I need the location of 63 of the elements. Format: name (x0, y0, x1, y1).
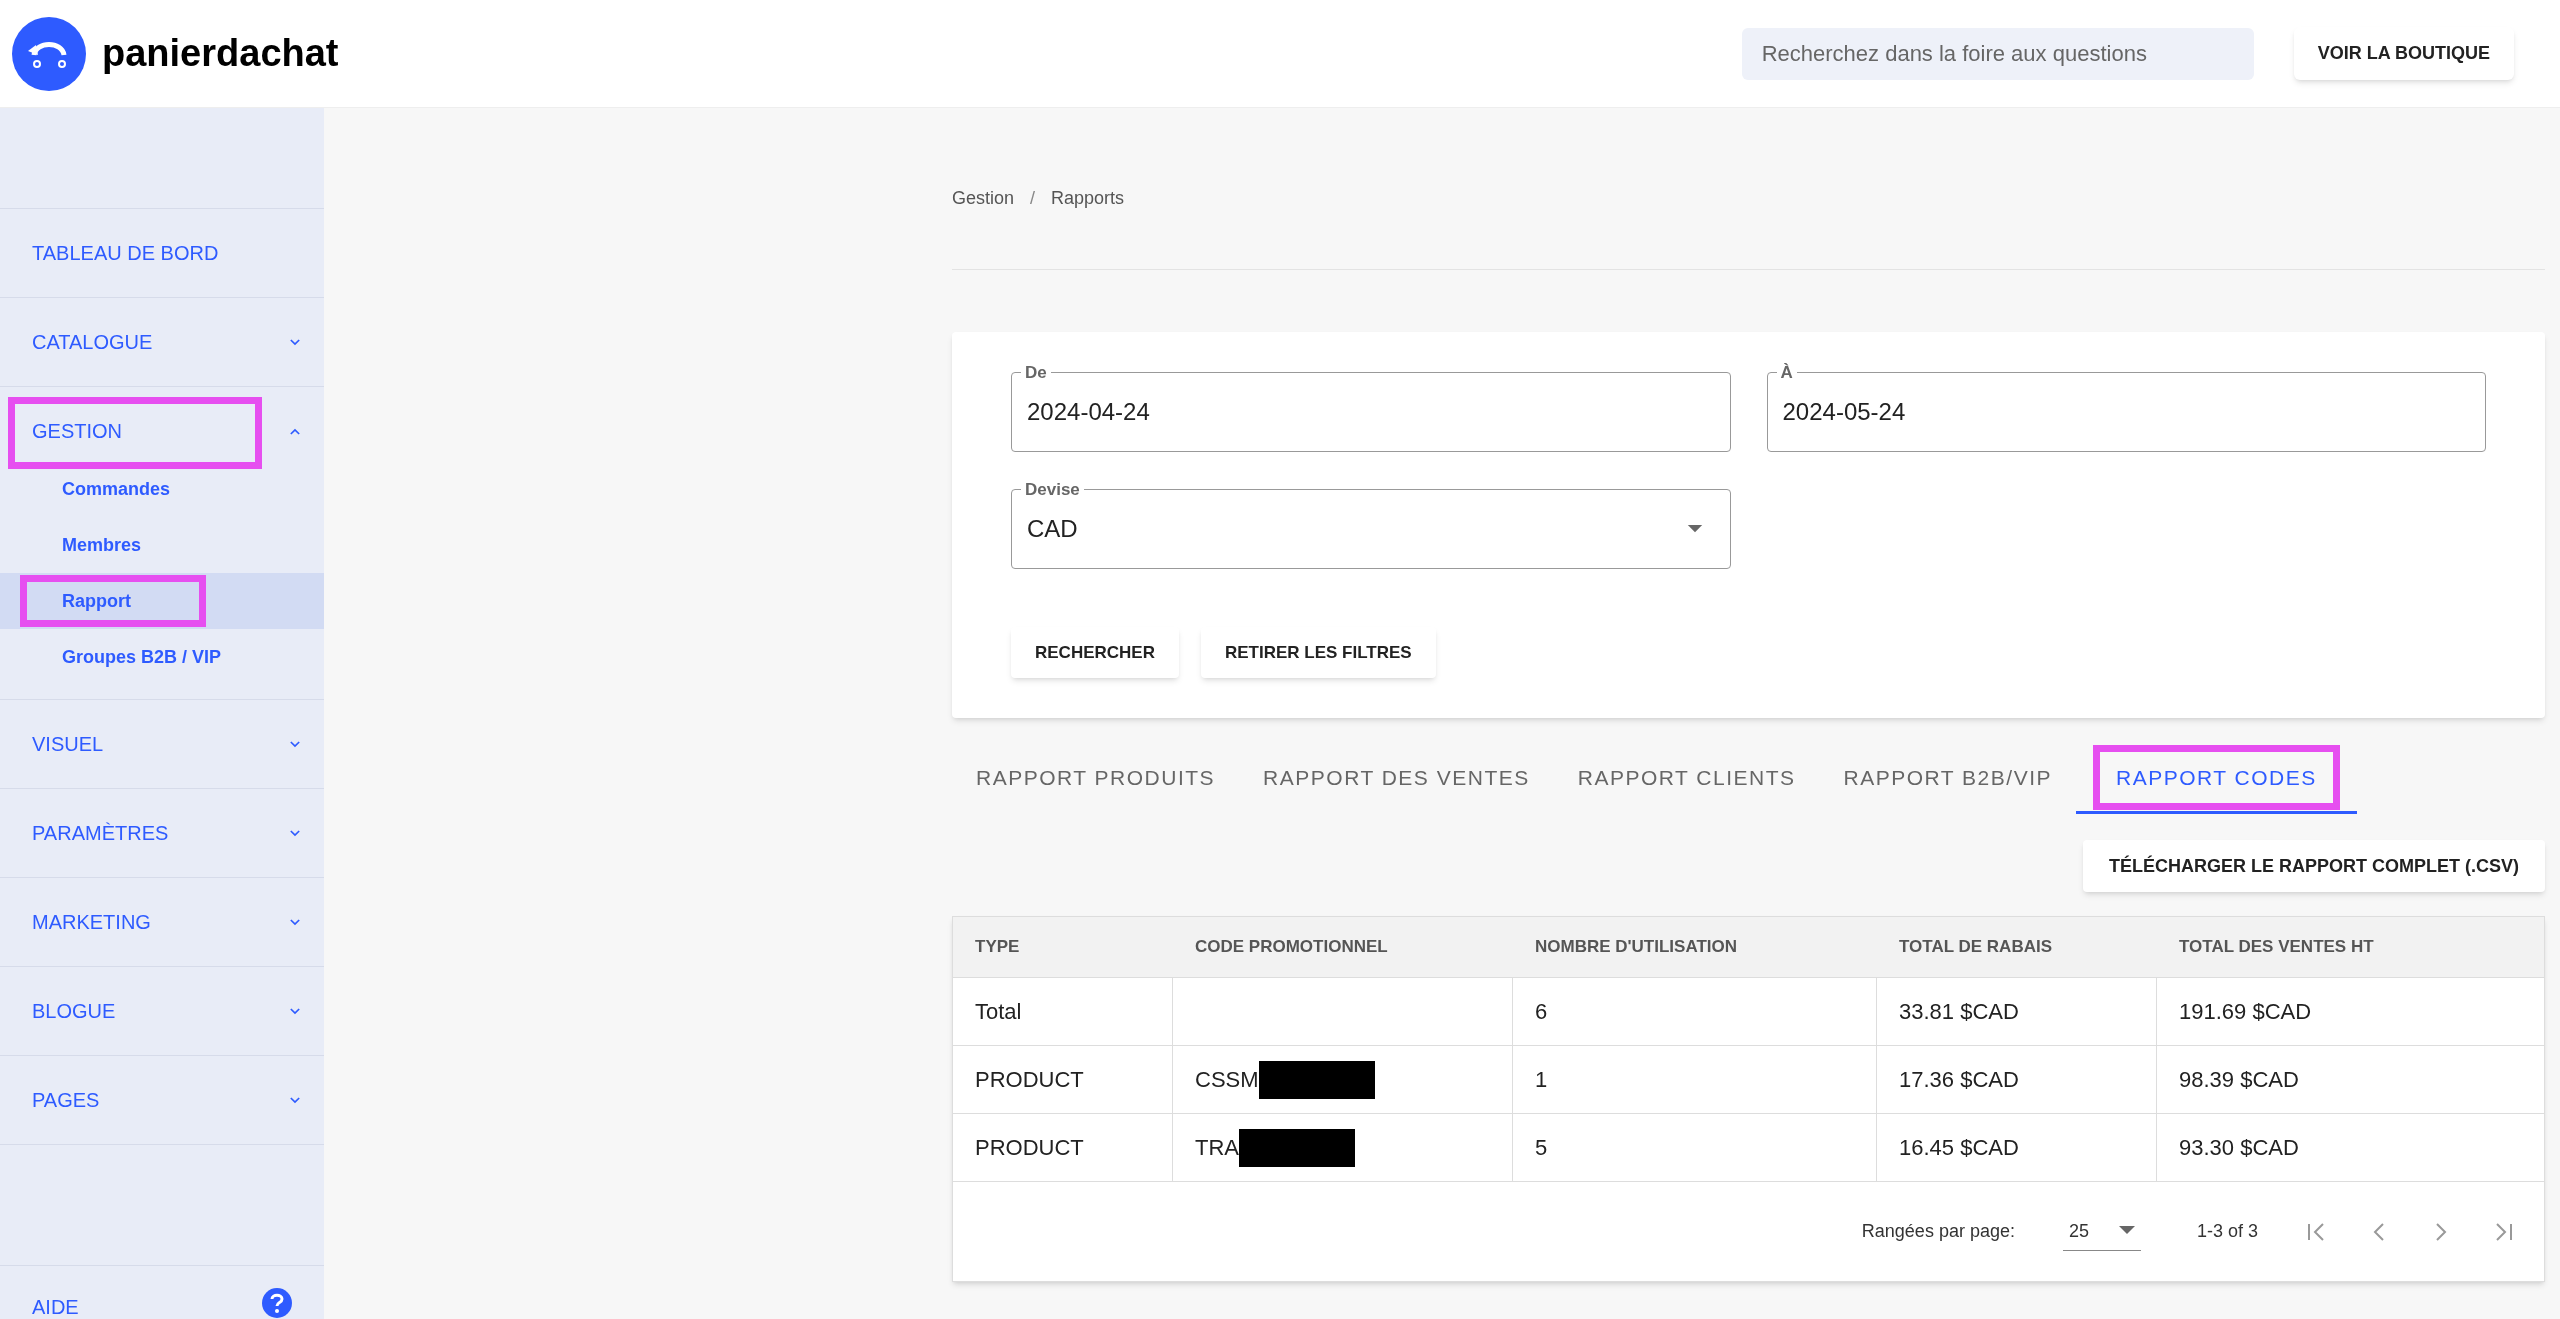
dropdown-arrow-icon (2118, 1226, 2135, 1236)
table-cell-text: TRA (1195, 1134, 1239, 1162)
chevron-icon[interactable] (290, 829, 300, 837)
filter-button[interactable]: RETIRER LES FILTRES (1200, 627, 1436, 678)
table-cell-text: PRODUCT (975, 1134, 1084, 1162)
column-header[interactable]: CODE PROMOTIONNEL (1173, 934, 1513, 960)
nav-item[interactable]: MARKETING (32, 907, 151, 937)
report-tab[interactable]: RAPPORT B2B/VIP (1819, 744, 2076, 814)
page-range: 1-3 of 3 (2196, 1220, 2258, 1243)
chevron-icon[interactable] (290, 1007, 300, 1015)
breadcrumb-separator: / (1030, 187, 1036, 210)
chevron-icon[interactable] (290, 1096, 300, 1104)
column-header[interactable]: TOTAL DES VENTES HT (2157, 934, 2544, 960)
table-cell-text: 6 (1535, 998, 1548, 1026)
field-value: 2024-05-24 (1782, 397, 1906, 427)
column-header[interactable]: NOMBRE D'UTILISATION (1513, 934, 1877, 960)
field-value: 2024-04-24 (1027, 397, 1150, 427)
column-header[interactable]: TOTAL DE RABAIS (1877, 934, 2157, 960)
help-icon[interactable] (262, 1288, 292, 1318)
nav-subitem[interactable]: Groupes B2B / VIP (62, 643, 222, 671)
nav-item[interactable]: BLOGUE (32, 996, 116, 1026)
dropdown-arrow-icon (1686, 524, 1703, 534)
field-value: CAD (1027, 514, 1078, 544)
table-cell-text: 17.36 $CAD (1899, 1066, 2019, 1094)
nav-item[interactable]: TABLEAU DE BORD (32, 238, 219, 268)
report-tab[interactable]: RAPPORT CLIENTS (1553, 744, 1820, 814)
chevron-icon[interactable] (290, 740, 300, 748)
nav-subitem[interactable]: Commandes (62, 475, 171, 503)
table-cell-text: Total (975, 998, 1022, 1026)
rows-per-page-label: Rangées par page: (1861, 1220, 2015, 1243)
brand-name: panierdachat (102, 31, 339, 76)
report-tab[interactable]: RAPPORT DES VENTES (1239, 744, 1554, 814)
help-link[interactable]: AIDE (32, 1292, 79, 1319)
nav-item[interactable]: PAGES (32, 1085, 100, 1115)
chevron-icon[interactable] (290, 338, 300, 346)
nav-item[interactable]: GESTION (32, 416, 122, 446)
chevron-icon[interactable] (290, 918, 300, 926)
report-tab[interactable]: RAPPORT PRODUITS (952, 744, 1240, 814)
table-cell-text: 5 (1535, 1134, 1548, 1162)
table-cell-text: 1 (1535, 1066, 1548, 1094)
column-header[interactable]: TYPE (953, 934, 1173, 960)
table-cell-text: 16.45 $CAD (1899, 1134, 2019, 1162)
chevron-icon[interactable] (290, 427, 300, 435)
table-cell-text: PRODUCT (975, 1066, 1084, 1094)
nav-item[interactable]: VISUEL (32, 729, 104, 759)
breadcrumb-item[interactable]: Gestion (952, 185, 1015, 212)
table-cell-text: CSSM (1195, 1066, 1259, 1094)
logo-icon (12, 16, 86, 91)
table-cell-text: 33.81 $CAD (1899, 998, 2019, 1026)
report-tab[interactable]: RAPPORT CODES (2076, 744, 2357, 814)
shop-button[interactable]: VOIR LA BOUTIQUE (2293, 27, 2514, 80)
nav-subitem[interactable]: Rapport (62, 587, 131, 615)
download-button[interactable]: TÉLÉCHARGER LE RAPPORT COMPLET (.CSV) (2083, 840, 2545, 892)
nav-item[interactable]: PARAMÈTRES (32, 818, 169, 848)
table-cell-text: 191.69 $CAD (2179, 998, 2312, 1026)
table-cell-text: 98.39 $CAD (2179, 1066, 2299, 1094)
filter-button[interactable]: RECHERCHER (1011, 627, 1179, 678)
search-field[interactable]: Recherchez dans la foire aux questions (1741, 27, 2254, 80)
rows-per-page-select[interactable]: 25 (2062, 1212, 2141, 1251)
nav-subitem[interactable]: Membres (62, 531, 142, 559)
table-cell-text: 93.30 $CAD (2179, 1134, 2299, 1162)
nav-item[interactable]: CATALOGUE (32, 327, 153, 357)
breadcrumb-item[interactable]: Rapports (1051, 185, 1125, 212)
